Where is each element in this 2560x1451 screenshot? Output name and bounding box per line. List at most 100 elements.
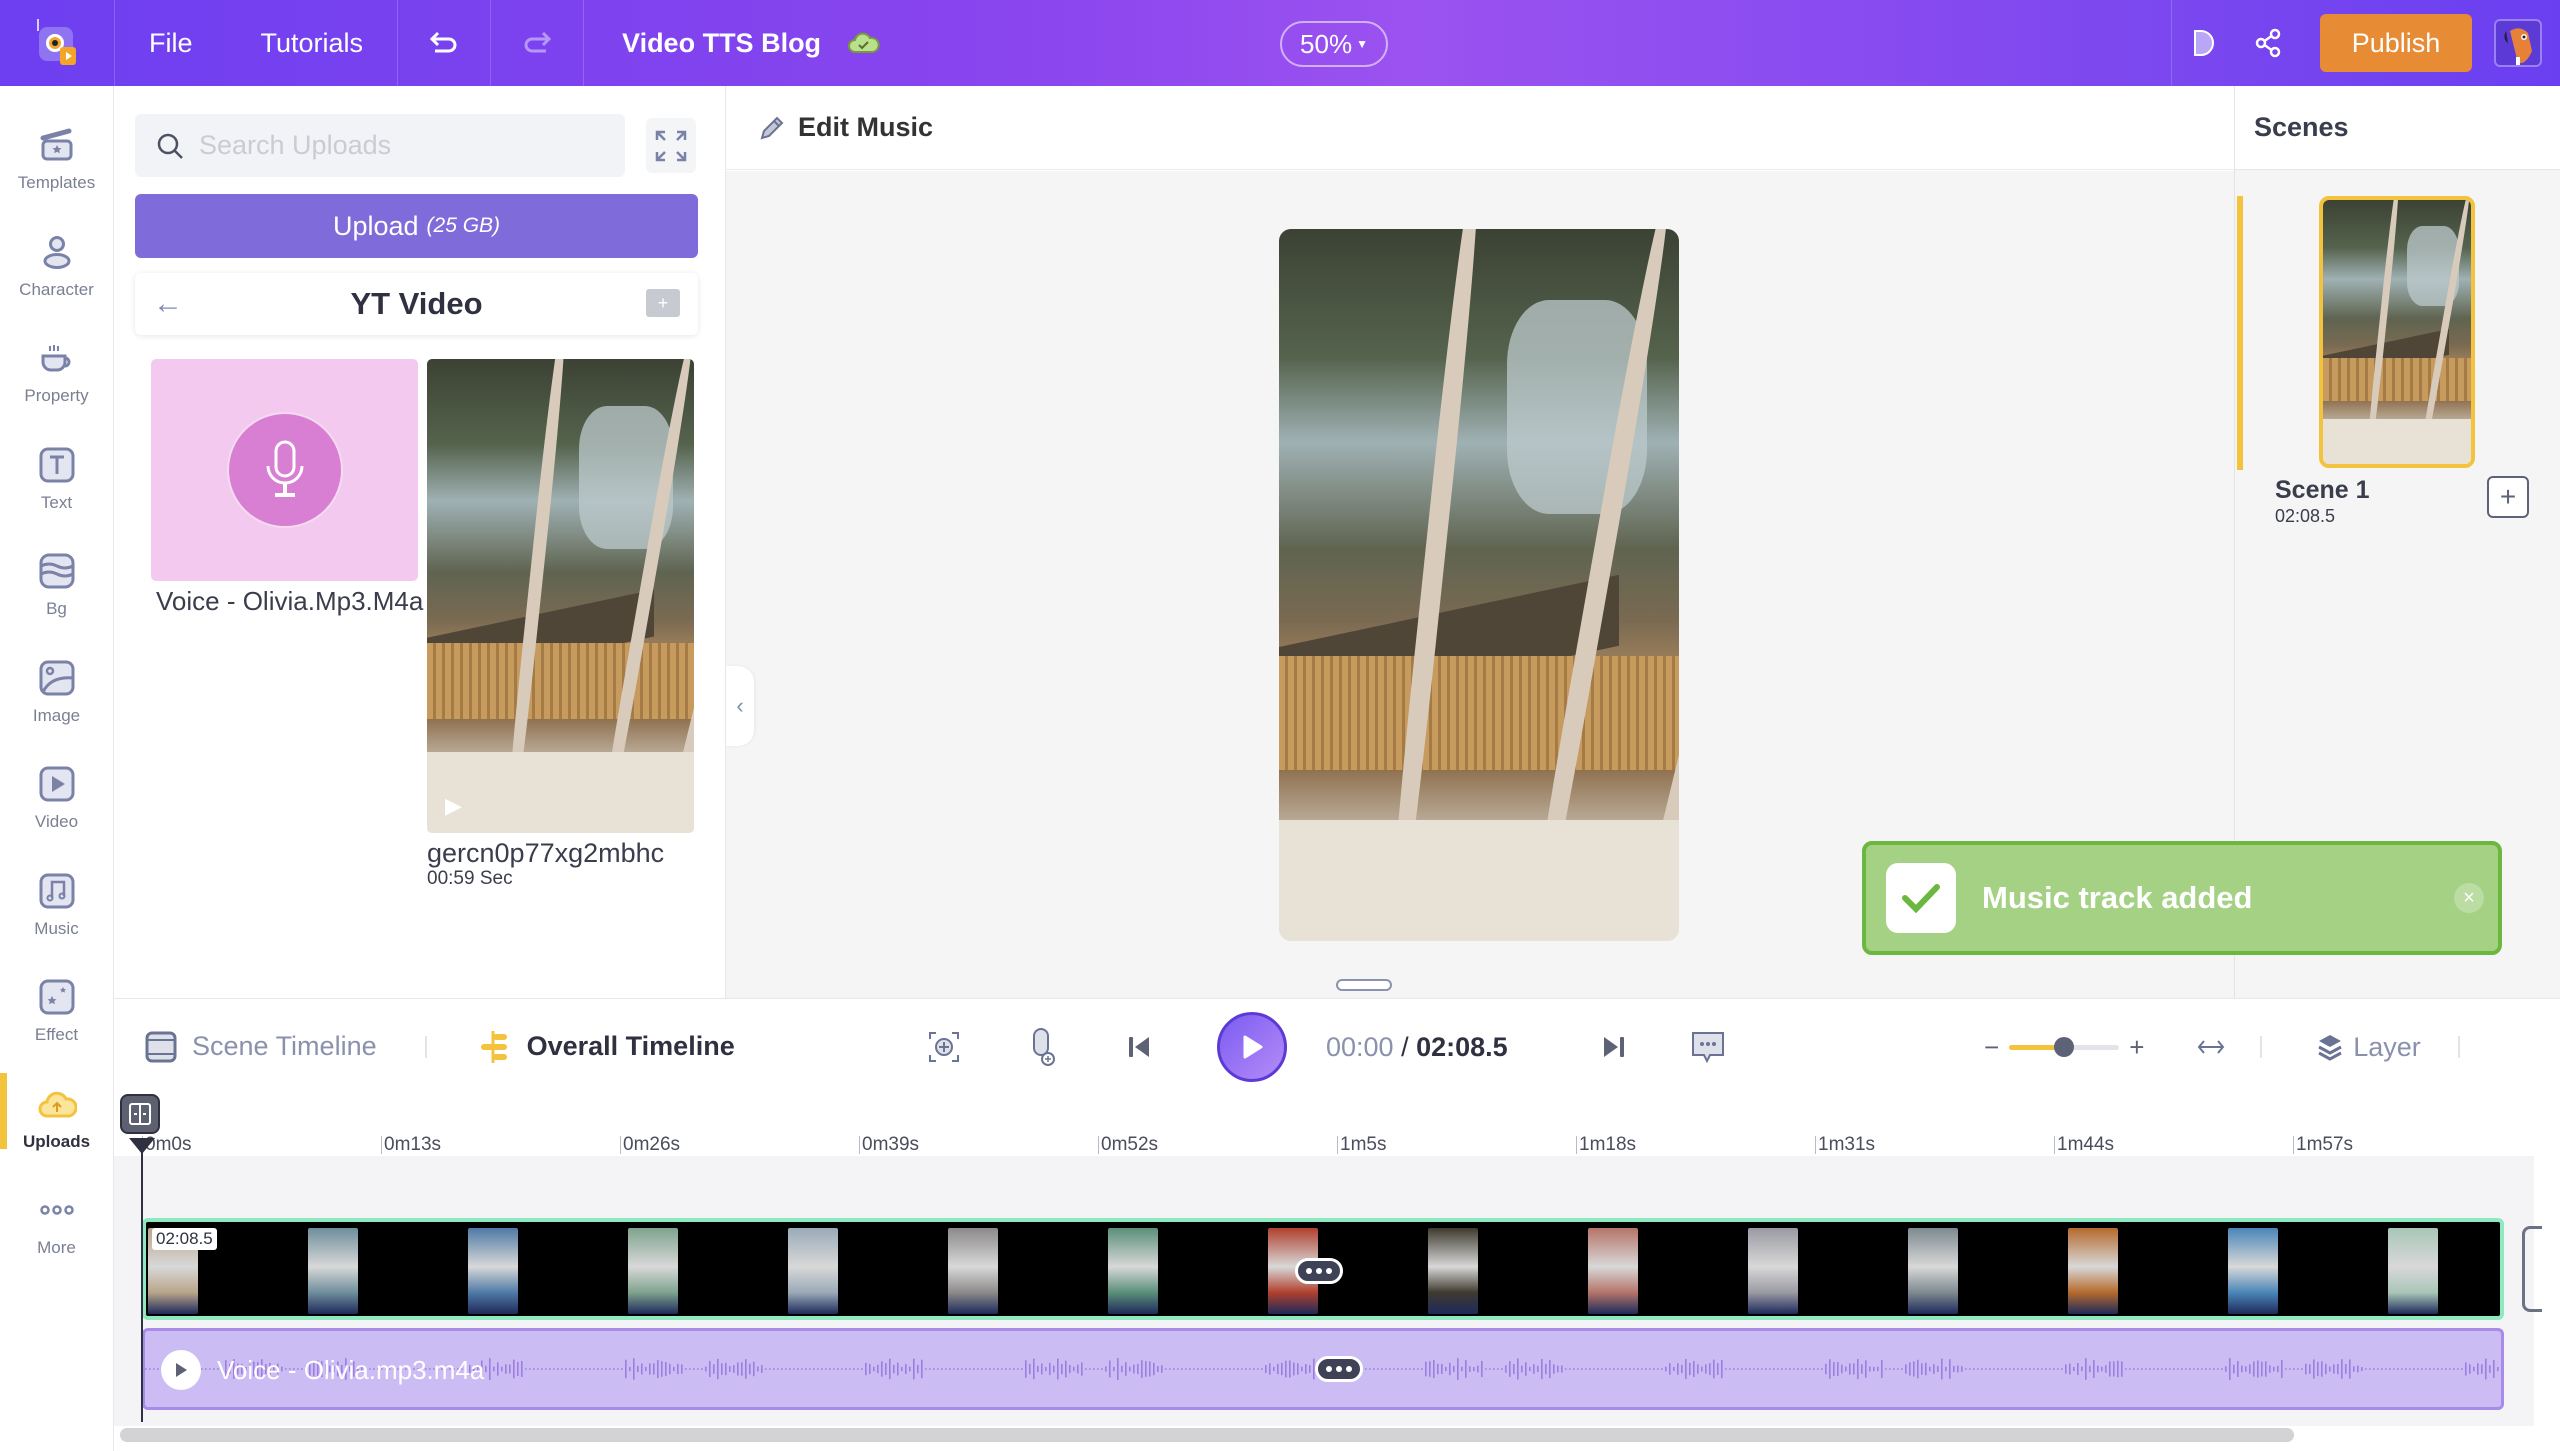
waveform-bar — [797, 1368, 799, 1370]
tab-overall-timeline[interactable]: Overall Timeline — [427, 1029, 735, 1065]
sidebar-label: Text — [40, 492, 73, 512]
record-voice-button[interactable] — [1012, 999, 1072, 1095]
waveform-bar — [1705, 1364, 1707, 1374]
resize-handle[interactable] — [1336, 979, 1392, 991]
waveform-bar — [1933, 1364, 1935, 1374]
asset-video-thumb[interactable]: ▶ — [427, 359, 694, 833]
waveform-bar — [1837, 1362, 1839, 1376]
undo-button[interactable] — [398, 0, 490, 86]
upload-button[interactable]: Upload (25 GB) — [135, 194, 698, 258]
timeline-resize-button[interactable] — [120, 1094, 160, 1134]
waveform-bar — [1153, 1362, 1155, 1376]
redo-button[interactable] — [491, 0, 583, 86]
waveform-bar — [1237, 1368, 1239, 1370]
sidebar-item-uploads[interactable]: Uploads — [0, 1065, 113, 1172]
layer-label: Layer — [2353, 1031, 2421, 1062]
new-folder-icon[interactable]: + — [646, 289, 680, 317]
skip-forward-button[interactable] — [1584, 999, 1644, 1095]
waveform-bar — [889, 1358, 891, 1380]
share-button[interactable] — [2236, 0, 2300, 86]
sidebar-item-text[interactable]: Text — [0, 426, 113, 533]
waveform-bar — [1537, 1365, 1539, 1373]
waveform-bar — [725, 1362, 727, 1376]
fit-width-button[interactable] — [2186, 999, 2236, 1095]
waveform-bar — [565, 1368, 567, 1370]
zoom-out-icon[interactable]: − — [1984, 1032, 1999, 1063]
sidebar-item-more[interactable]: More — [0, 1171, 113, 1278]
video-frame-thumbnail — [628, 1228, 678, 1314]
waveform-bar — [1717, 1363, 1719, 1375]
waveform-bar — [1201, 1368, 1203, 1370]
expand-panel-button[interactable] — [646, 118, 696, 173]
waveform-bar — [1289, 1360, 1291, 1378]
zoom-knob[interactable] — [2054, 1036, 2075, 1057]
zoom-in-icon[interactable]: + — [2129, 1032, 2144, 1063]
tutorials-menu[interactable]: Tutorials — [227, 0, 398, 86]
audio-play-button[interactable] — [161, 1350, 201, 1390]
asset-audio-thumb[interactable] — [151, 359, 418, 581]
video-canvas[interactable] — [1279, 229, 1679, 941]
waveform-bar — [677, 1363, 679, 1375]
timeline-zoom-slider[interactable]: − + — [1984, 999, 2144, 1095]
asset-video-name: gercn0p77xg2mbhc — [427, 838, 665, 868]
app-logo[interactable] — [0, 0, 114, 86]
zoom-track[interactable] — [2009, 1036, 2120, 1057]
audio-track-options-button[interactable] — [1315, 1356, 1363, 1382]
waveform-bar — [1633, 1368, 1635, 1370]
waveform-bar — [1525, 1362, 1527, 1376]
waveform-bar — [1685, 1358, 1687, 1380]
sidebar-item-image[interactable]: Image — [0, 639, 113, 746]
subtitles-button[interactable] — [1678, 999, 1738, 1095]
waveform-bar — [505, 1364, 507, 1374]
sidebar-item-bg[interactable]: Bg — [0, 532, 113, 639]
waveform-bar — [2345, 1364, 2347, 1374]
waveform-bar — [1229, 1368, 1231, 1370]
collapse-panel-button[interactable]: ‹ — [726, 666, 754, 746]
sidebar-item-music[interactable]: Music — [0, 852, 113, 959]
tab-scene-timeline[interactable]: Scene Timeline — [114, 1030, 377, 1064]
file-menu[interactable]: File — [115, 0, 227, 86]
playhead-line[interactable] — [141, 1140, 143, 1422]
waveform-bar — [2365, 1368, 2367, 1370]
sidebar-item-templates[interactable]: Templates — [0, 106, 113, 213]
play-button[interactable] — [1214, 999, 1290, 1095]
waveform-bar — [1969, 1368, 1971, 1370]
search-box[interactable] — [135, 114, 625, 177]
waveform-bar — [1309, 1365, 1311, 1373]
add-track-handle[interactable] — [2522, 1226, 2542, 1312]
play-icon — [1243, 1035, 1263, 1059]
waveform-bar — [977, 1368, 979, 1370]
waveform-bar — [489, 1358, 491, 1380]
waveform-bar — [2081, 1366, 2083, 1372]
sidebar-label: Uploads — [22, 1131, 91, 1151]
ruler-tick: 0m26s — [620, 1135, 680, 1154]
waveform-bar — [2125, 1368, 2127, 1370]
sidebar-item-property[interactable]: Property — [0, 319, 113, 426]
publish-button[interactable]: Publish — [2320, 14, 2472, 72]
project-title[interactable]: Video TTS Blog — [622, 28, 821, 59]
back-arrow-icon[interactable]: ← — [153, 287, 183, 321]
layer-button[interactable]: Layer — [2294, 999, 2444, 1095]
scene-thumbnail[interactable] — [2319, 196, 2475, 468]
user-avatar[interactable] — [2494, 19, 2542, 67]
zoom-level: 50% — [1300, 28, 1353, 59]
close-toast-button[interactable]: × — [2454, 883, 2484, 913]
preview-button[interactable] — [2172, 0, 2236, 86]
zoom-dropdown[interactable]: 50% ▼ — [1280, 21, 1388, 67]
sidebar-item-video[interactable]: Video — [0, 745, 113, 852]
add-scene-button[interactable]: + — [2487, 476, 2529, 518]
waveform-bar — [2373, 1368, 2375, 1370]
fit-zoom-button[interactable] — [914, 999, 974, 1095]
waveform-bar — [2049, 1368, 2051, 1370]
edit-music-label[interactable]: Edit Music — [798, 112, 933, 143]
sidebar-label: Video — [34, 812, 79, 832]
waveform-bar — [2385, 1368, 2387, 1370]
sidebar-item-effect[interactable]: Effect — [0, 958, 113, 1065]
video-track-options-button[interactable] — [1295, 1258, 1343, 1284]
current-time: 00:00 — [1326, 1031, 1394, 1062]
skip-back-button[interactable] — [1109, 999, 1169, 1095]
beach-hut-image — [2323, 200, 2471, 464]
search-input[interactable] — [199, 130, 599, 161]
sidebar-item-character[interactable]: Character — [0, 213, 113, 320]
horizontal-scrollbar[interactable] — [120, 1428, 2294, 1442]
